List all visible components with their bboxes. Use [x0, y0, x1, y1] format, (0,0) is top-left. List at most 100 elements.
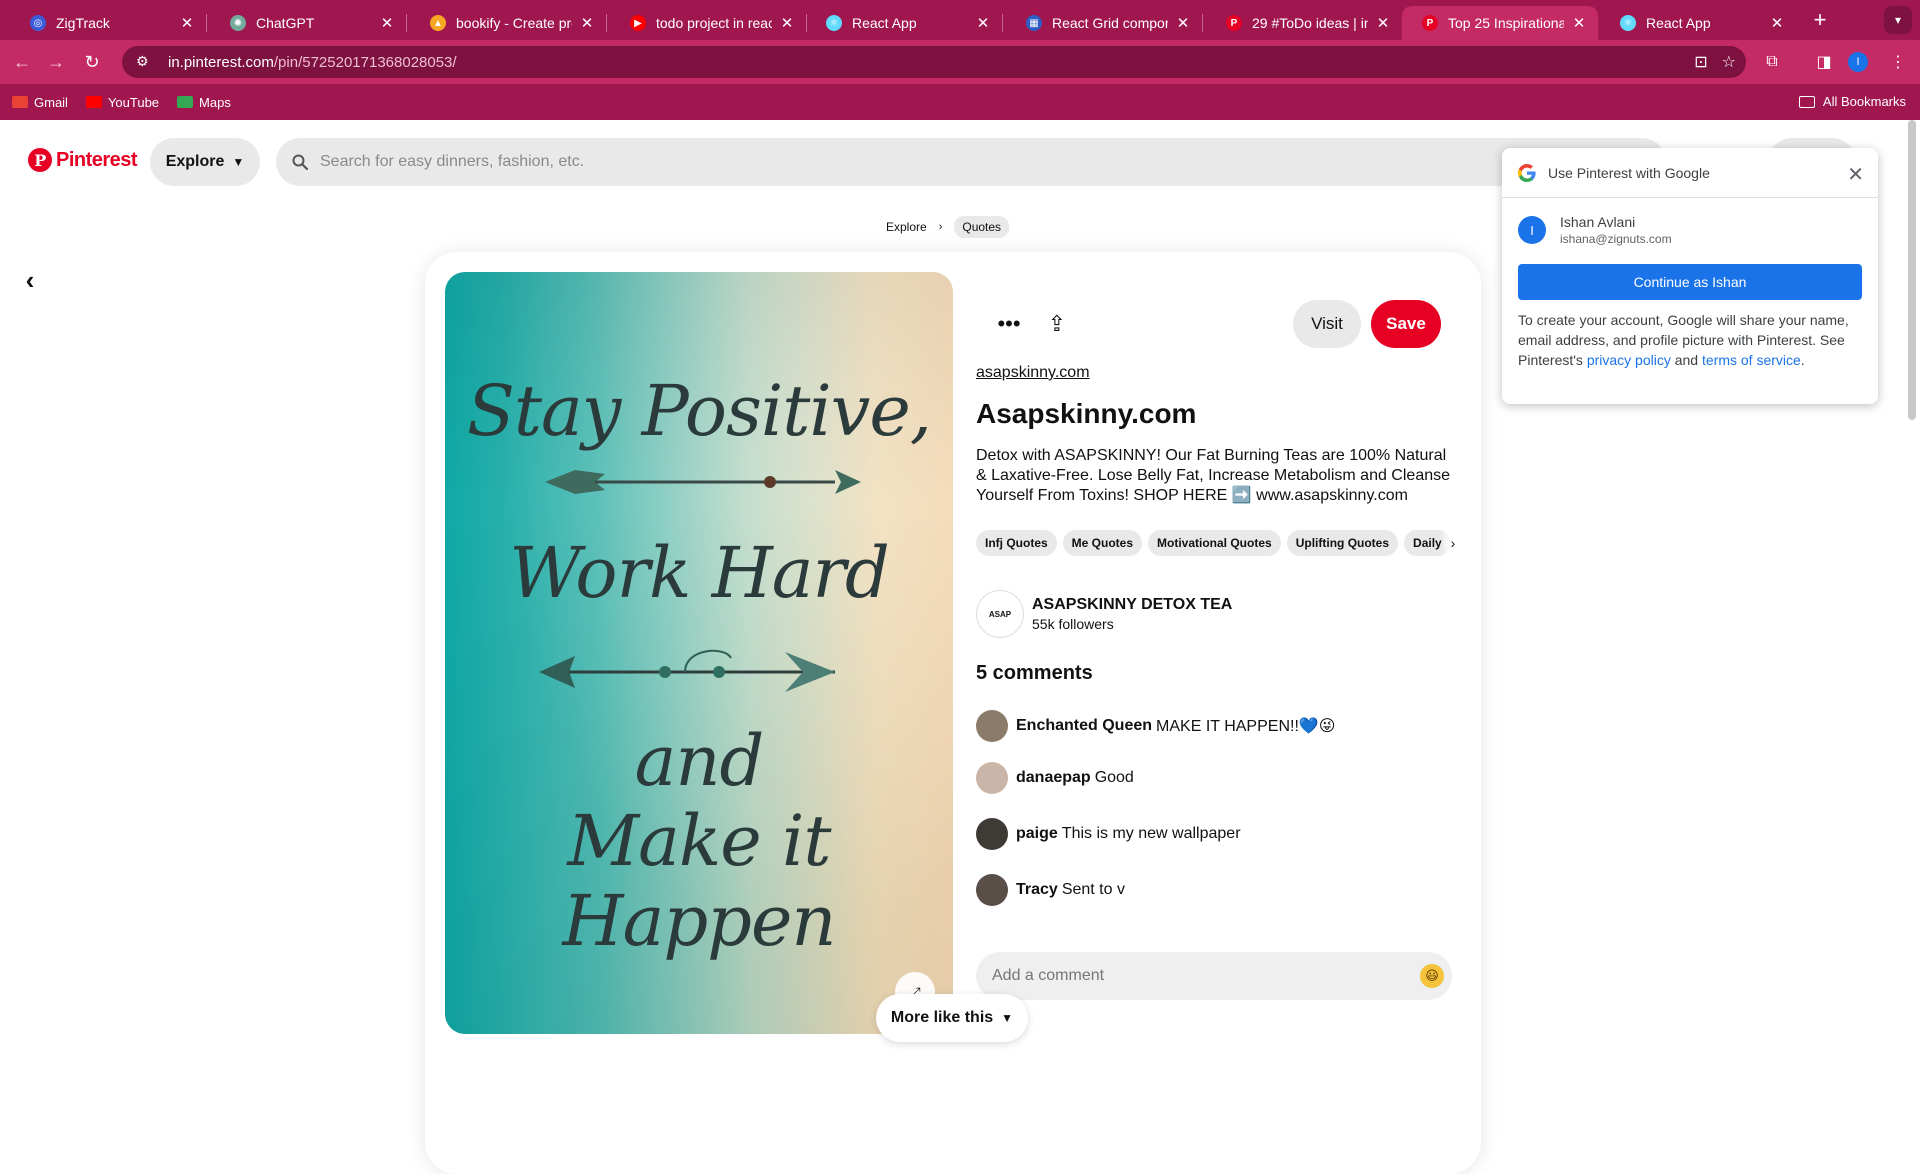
- creator-info[interactable]: ASAP ASAPSKINNY DETOX TEA 55k followers: [976, 590, 1232, 638]
- chevron-down-icon: ▼: [232, 155, 245, 169]
- all-bookmarks-button[interactable]: All Bookmarks: [1798, 94, 1906, 109]
- forward-arrow-icon[interactable]: →: [44, 50, 68, 74]
- arrow-graphic: [539, 649, 835, 692]
- commenter-avatar[interactable]: [976, 818, 1008, 850]
- tag-chip[interactable]: Uplifting Quotes: [1286, 530, 1399, 556]
- comments-heading[interactable]: 5 comments: [976, 662, 1093, 685]
- explore-button[interactable]: Explore ▼: [150, 138, 260, 186]
- commenter-name[interactable]: danaepap: [1016, 769, 1091, 787]
- bookmark-star-icon[interactable]: ☆: [1722, 52, 1736, 72]
- browser-tab[interactable]: ⚛ React App ✕: [806, 6, 1002, 40]
- continue-as-button[interactable]: Continue as Ishan: [1518, 264, 1862, 300]
- bookmark-label: Gmail: [34, 94, 68, 110]
- tab-separator: [1002, 14, 1003, 32]
- privacy-policy-link[interactable]: privacy policy: [1587, 352, 1671, 368]
- commenter-avatar[interactable]: [976, 874, 1008, 906]
- close-tab-icon[interactable]: ✕: [1374, 14, 1392, 32]
- account-name: Ishan Avlani: [1560, 214, 1636, 230]
- search-bar[interactable]: [276, 138, 1666, 186]
- browser-menu-icon[interactable]: ⋮: [1886, 50, 1910, 74]
- browser-tab[interactable]: ⚛ React App ✕: [1600, 6, 1796, 40]
- close-tab-icon[interactable]: ✕: [974, 14, 992, 32]
- new-tab-button[interactable]: +: [1806, 6, 1834, 34]
- chevron-down-icon: ▼: [1001, 1011, 1014, 1025]
- browser-tab[interactable]: P 29 #ToDo ideas | inspir ✕: [1206, 6, 1402, 40]
- browser-tab[interactable]: ◎ ZigTrack ✕: [10, 6, 206, 40]
- source-link[interactable]: asapskinny.com: [976, 364, 1090, 382]
- bookmark-item[interactable]: Gmail: [12, 95, 68, 110]
- close-tab-icon[interactable]: ✕: [178, 14, 196, 32]
- popup-title: Use Pinterest with Google: [1548, 164, 1710, 181]
- tab-separator: [406, 14, 407, 32]
- tab-favicon-icon: ⚛: [1620, 15, 1636, 31]
- install-app-icon[interactable]: ⊡: [1694, 52, 1707, 72]
- close-tab-icon[interactable]: ✕: [1570, 14, 1588, 32]
- commenter-name[interactable]: paige: [1016, 825, 1058, 843]
- bookmark-item[interactable]: Maps: [177, 95, 231, 110]
- bookmark-item[interactable]: YouTube: [85, 94, 160, 110]
- breadcrumb-explore[interactable]: Explore: [886, 220, 927, 234]
- side-panel-icon[interactable]: ◨: [1812, 50, 1836, 74]
- tab-title: Top 25 Inspirational Q: [1448, 15, 1564, 31]
- quote-line: Work Hard: [509, 532, 890, 614]
- browser-tab[interactable]: P Top 25 Inspirational Q ✕: [1402, 6, 1598, 40]
- terms-of-service-link[interactable]: terms of service: [1702, 352, 1801, 368]
- share-icon[interactable]: ⇪: [1033, 300, 1081, 348]
- bookmark-label: YouTube: [107, 94, 160, 110]
- tag-chip[interactable]: Infj Quotes: [976, 530, 1057, 556]
- browser-tab[interactable]: ✺ ChatGPT ✕: [210, 6, 406, 40]
- account-avatar: I: [1518, 216, 1546, 244]
- address-bar[interactable]: ⚙ in.pinterest.com/pin/57252017136802805…: [122, 46, 1746, 78]
- site-info-icon[interactable]: ⚙: [136, 53, 154, 71]
- close-tab-icon[interactable]: ✕: [1174, 14, 1192, 32]
- more-like-this-button[interactable]: More like this ▼: [876, 994, 1028, 1042]
- pin-description: Detox with ASAPSKINNY! Our Fat Burning T…: [976, 447, 1451, 504]
- browser-tab[interactable]: ▲ bookify - Create proje ✕: [410, 6, 606, 40]
- commenter-avatar[interactable]: [976, 710, 1008, 742]
- search-input[interactable]: [320, 153, 1520, 171]
- close-tab-icon[interactable]: ✕: [778, 14, 796, 32]
- reload-icon[interactable]: ↻: [80, 50, 104, 74]
- quote-line: and: [634, 720, 765, 802]
- pinterest-logo[interactable]: P Pinterest: [28, 148, 138, 172]
- close-tab-icon[interactable]: ✕: [378, 14, 396, 32]
- tab-favicon-icon: P: [1226, 15, 1242, 31]
- pinterest-logo-icon: P: [28, 148, 52, 172]
- tab-search-button[interactable]: ▾: [1884, 6, 1912, 34]
- tag-chip[interactable]: Me Quotes: [1062, 530, 1143, 556]
- save-button[interactable]: Save: [1371, 300, 1441, 348]
- commenter-name[interactable]: Enchanted Queen: [1016, 717, 1152, 735]
- extensions-icon[interactable]: ⧉: [1760, 50, 1784, 74]
- tab-title: ZigTrack: [56, 15, 110, 31]
- bookmark-label: Maps: [199, 94, 231, 110]
- breadcrumb: Explore › Quotes: [886, 216, 1010, 238]
- commenter-avatar[interactable]: [976, 762, 1008, 794]
- creator-followers: 55k followers: [1032, 616, 1114, 632]
- legal-notice: To create your account, Google will shar…: [1518, 310, 1868, 370]
- more-options-icon[interactable]: •••: [985, 300, 1033, 348]
- tab-favicon-icon: ▶: [630, 15, 646, 31]
- chevron-right-icon[interactable]: ›: [1441, 530, 1465, 556]
- comment-text: MAKE IT HAPPEN!!💙😜: [1156, 718, 1336, 735]
- add-comment-placeholder: Add a comment: [992, 967, 1105, 984]
- commenter-name[interactable]: Tracy: [1016, 881, 1058, 899]
- breadcrumb-quotes[interactable]: Quotes: [954, 216, 1010, 238]
- folder-icon: [1798, 95, 1815, 108]
- add-comment-field[interactable]: Add a comment 😃: [976, 952, 1452, 1000]
- close-icon[interactable]: ✕: [1847, 162, 1864, 187]
- visit-button[interactable]: Visit: [1293, 300, 1361, 348]
- comment-text: Sent to v: [1061, 881, 1125, 898]
- tag-chip[interactable]: Motivational Quotes: [1148, 530, 1281, 556]
- emoji-picker-icon[interactable]: 😃: [1420, 964, 1444, 988]
- google-account[interactable]: I Ishan Avlani ishana@zignuts.com: [1518, 214, 1672, 246]
- close-tab-icon[interactable]: ✕: [1768, 14, 1786, 32]
- page-scrollbar[interactable]: [1908, 120, 1916, 420]
- back-arrow-icon[interactable]: ←: [10, 50, 34, 74]
- creator-name: ASAPSKINNY DETOX TEA: [1032, 596, 1233, 613]
- pin-image[interactable]: Stay Positive, Work Hard and Make it Hap…: [445, 272, 953, 1034]
- close-tab-icon[interactable]: ✕: [578, 14, 596, 32]
- browser-tab[interactable]: ▦ React Grid component ✕: [1006, 6, 1202, 40]
- back-button[interactable]: ‹: [16, 265, 44, 295]
- browser-tab[interactable]: ▶ todo project in react w ✕: [610, 6, 806, 40]
- profile-avatar[interactable]: I: [1848, 52, 1868, 72]
